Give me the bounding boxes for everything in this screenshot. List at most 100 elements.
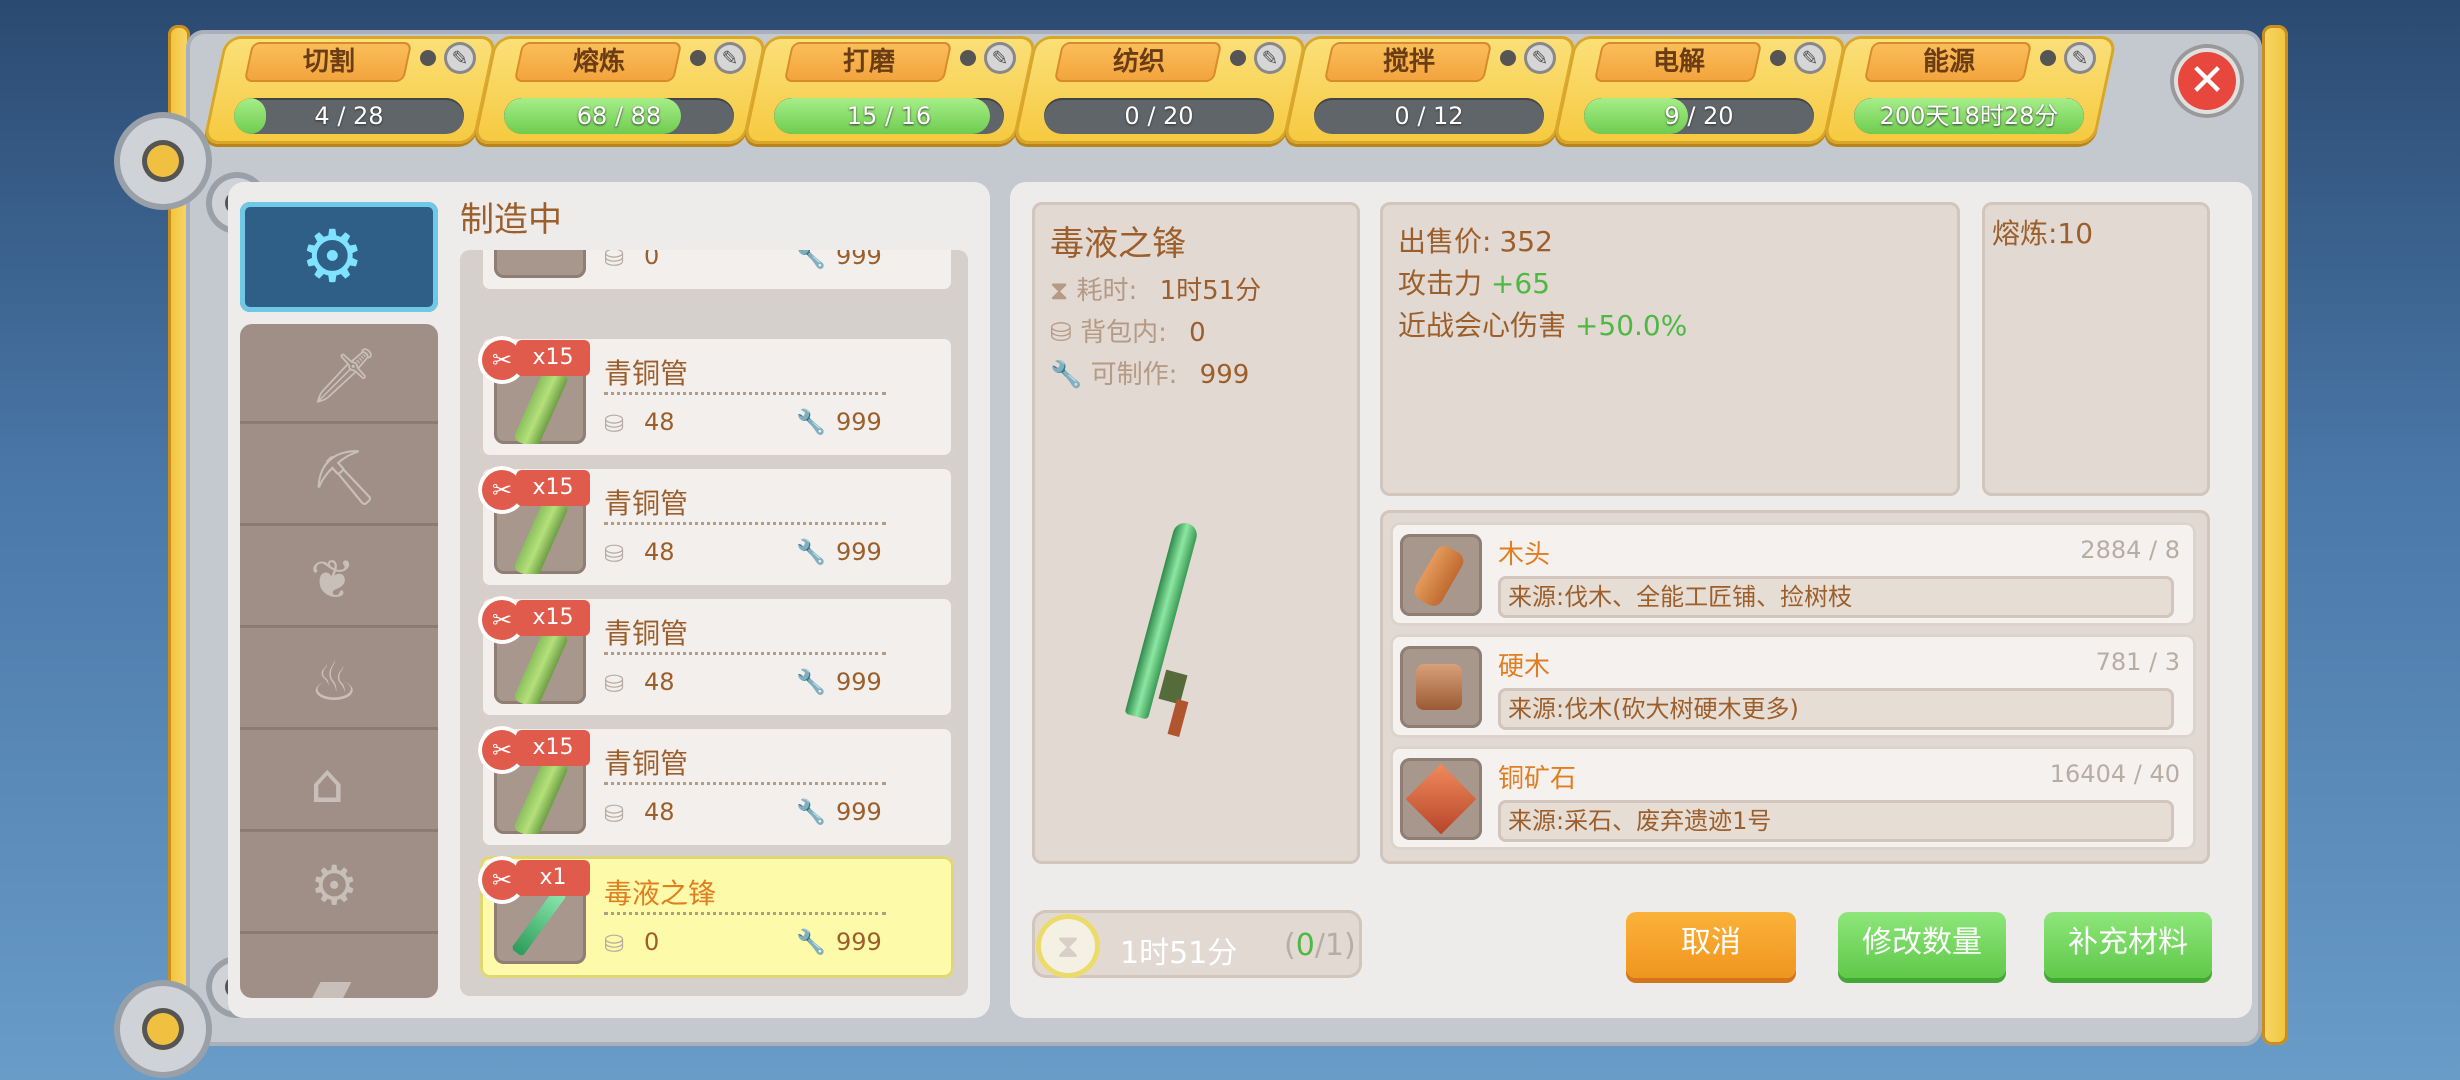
modify-quantity-button[interactable]: 修改数量	[1838, 912, 2006, 978]
time-value: 1时51分	[1159, 276, 1262, 306]
cancel-button[interactable]: 取消	[1626, 912, 1796, 978]
attack-stat: 攻击力 +65	[1398, 262, 1550, 302]
tab-progress-text: 68 / 88	[576, 102, 662, 130]
crit-stat: 近战会心伤害 +50.0%	[1398, 304, 1687, 344]
attack-label: 攻击力	[1398, 267, 1483, 300]
tab-workshop[interactable]: 切割 ✎ 4 / 28	[202, 36, 498, 144]
block-icon: ▰	[310, 956, 352, 998]
queue-item[interactable]: ✂ x15 青铜管 ⛁ 48 🔧 999	[478, 466, 954, 588]
category-food[interactable]: ♨	[240, 630, 438, 730]
tab-workshop[interactable]: 搅拌 ✎ 0 / 12	[1282, 36, 1578, 144]
edit-pencil-icon[interactable]: ✎	[1254, 42, 1286, 74]
wrench-icon: 🔧	[796, 538, 826, 566]
close-button[interactable]: ✕	[2170, 44, 2244, 118]
quantity-badge: x15	[516, 730, 590, 766]
category-furniture[interactable]: ⌂	[240, 732, 438, 832]
tab-progress-bar: 68 / 88	[504, 98, 734, 134]
crafting-queue-list[interactable]: ⛁ 0 🔧 999 ✂ x15 青铜管 ⛁ 48 🔧 999 ✂ x15 青铜管 ⛁ 48 🔧 999 ✂ x15 青铜…	[460, 250, 968, 996]
dotted-divider	[604, 652, 886, 655]
material-row[interactable]: 硬木 781 / 3 来源:伐木(砍大树硬木更多)	[1390, 634, 2196, 738]
craftable-label: 可制作:	[1090, 360, 1178, 390]
status-dot-icon	[1500, 50, 1516, 66]
tab-progress-bar: 15 / 16	[774, 98, 1004, 134]
bag-label: 背包内:	[1080, 318, 1167, 348]
bag-count: 0	[644, 928, 660, 956]
timer-text: 1时51分	[1120, 936, 1238, 971]
bag-count: 48	[644, 798, 675, 826]
category-crafting-active[interactable]: ⚙	[240, 202, 438, 312]
hardwood-icon	[1400, 646, 1482, 728]
tab-workshop[interactable]: 纺织 ✎ 0 / 20	[1012, 36, 1308, 144]
craftable-count: 999	[836, 250, 882, 270]
category-misc[interactable]: ▰	[240, 936, 438, 998]
queue-item[interactable]: ✂ x15 青铜管 ⛁ 48 🔧 999	[478, 596, 954, 718]
timer-count-open: (	[1284, 928, 1296, 963]
tab-progress-text: 9 / 20	[1664, 102, 1734, 130]
craftable-count: 999	[836, 798, 882, 826]
edit-pencil-icon[interactable]: ✎	[444, 42, 476, 74]
tab-workshop[interactable]: 熔炼 ✎ 68 / 88	[472, 36, 768, 144]
craftable-count: 999	[836, 668, 882, 696]
crit-label: 近战会心伤害	[1398, 309, 1567, 342]
category-materials[interactable]: ❦	[240, 528, 438, 628]
material-name: 木头	[1498, 540, 1551, 570]
crafting-gear-wrench-icon: ⚙	[300, 214, 365, 298]
sell-price-value: 352	[1499, 225, 1553, 258]
tab-workshop[interactable]: 能源 ✎ 200天18时28分	[1822, 36, 2118, 144]
queue-item[interactable]: ✂ x1 毒液之锋 ⛁ 0 🔧 999	[478, 856, 954, 978]
wrench-icon: 🔧	[796, 250, 826, 270]
backpack-icon: ⛁	[1050, 318, 1072, 348]
tab-workshop[interactable]: 电解 ✎ 9 / 20	[1552, 36, 1848, 144]
edit-pencil-icon[interactable]: ✎	[1524, 42, 1556, 74]
backpack-icon: ⛁	[604, 930, 625, 958]
queue-item[interactable]: ✂ x15 青铜管 ⛁ 48 🔧 999	[478, 726, 954, 848]
craftable-count: 999	[836, 408, 882, 436]
tab-progress-bar: 0 / 20	[1044, 98, 1274, 134]
quantity-badge: x15	[516, 340, 590, 376]
bronze-tube-shape	[512, 756, 570, 834]
hourglass-icon: ⧗	[1050, 276, 1069, 306]
tab-progress-bar: 9 / 20	[1584, 98, 1814, 134]
craftable-count: 999	[836, 928, 882, 956]
craftable-row: 🔧 可制作: 999	[1050, 354, 1249, 391]
tab-workshop[interactable]: 打磨 ✎ 15 / 16	[742, 36, 1038, 144]
cog-icon: ⚙	[310, 854, 359, 917]
edit-pencil-icon[interactable]: ✎	[2064, 42, 2096, 74]
tab-progress-bar: 4 / 28	[234, 98, 464, 134]
item-name: 青铜管	[604, 487, 689, 520]
refill-materials-button[interactable]: 补充材料	[2044, 912, 2212, 978]
bronze-tube-shape	[512, 626, 570, 704]
tab-label: 切割	[302, 47, 355, 77]
item-title: 毒液之锋	[1050, 224, 1186, 264]
category-tools[interactable]: ⛏	[240, 426, 438, 526]
status-dot-icon	[420, 50, 436, 66]
status-dot-icon	[1230, 50, 1246, 66]
material-source: 来源:采石、废弃遗迹1号	[1498, 800, 2174, 842]
tab-label: 能源	[1922, 47, 1975, 77]
category-parts[interactable]: ⚙	[240, 834, 438, 934]
material-source: 来源:伐木、全能工匠铺、捡树枝	[1498, 576, 2174, 618]
leaf-icon: ❦	[310, 548, 356, 611]
edit-pencil-icon[interactable]: ✎	[1794, 42, 1826, 74]
tab-label: 电解	[1652, 47, 1705, 77]
wrench-icon: 🔧	[1050, 360, 1083, 390]
tab-label: 熔炼	[572, 47, 625, 77]
bag-count: 48	[644, 668, 675, 696]
queue-item[interactable]: ✂ x15 青铜管 ⛁ 48 🔧 999	[478, 336, 954, 458]
gear-icon	[120, 118, 206, 204]
dotted-divider	[604, 782, 886, 785]
gear-icon	[120, 986, 206, 1072]
queue-item[interactable]: ⛁ 0 🔧 999	[480, 250, 954, 292]
material-row[interactable]: 铜矿石 16404 / 40 来源:采石、废弃遗迹1号	[1390, 746, 2196, 850]
item-name: 青铜管	[604, 747, 689, 780]
sword-shape	[511, 887, 567, 957]
sell-price-label: 出售价:	[1398, 225, 1492, 258]
tab-label: 搅拌	[1382, 47, 1435, 77]
category-weapon[interactable]: 🗡	[240, 324, 438, 424]
material-row[interactable]: 木头 2884 / 8 来源:伐木、全能工匠铺、捡树枝	[1390, 522, 2196, 626]
edit-pencil-icon[interactable]: ✎	[984, 42, 1016, 74]
bag-count: 48	[644, 538, 675, 566]
timer-count: (0/1)	[1284, 928, 1356, 963]
edit-pencil-icon[interactable]: ✎	[714, 42, 746, 74]
dotted-divider	[604, 522, 886, 525]
